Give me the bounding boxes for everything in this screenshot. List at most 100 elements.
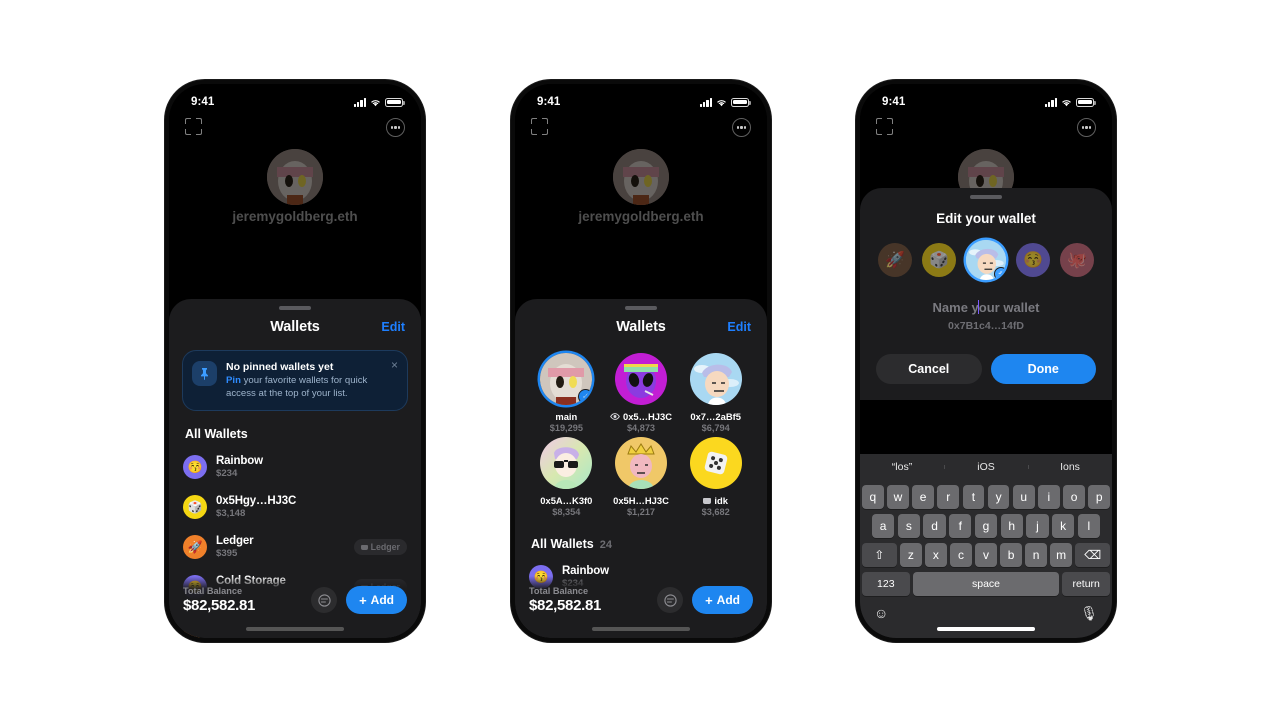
name-placeholder-part1: Name y: [932, 300, 979, 315]
key-e[interactable]: e: [912, 485, 934, 509]
numbers-key[interactable]: 123: [862, 572, 910, 596]
key-u[interactable]: u: [1012, 485, 1035, 509]
wallet-avatar: 🎲: [183, 495, 207, 520]
nft-avatar[interactable]: +: [966, 240, 1006, 280]
wallet-row[interactable]: 🚀 Ledger $395 Ledger: [183, 527, 407, 567]
profile-avatar[interactable]: [267, 149, 323, 205]
more-horizontal-icon[interactable]: [386, 118, 405, 137]
pinned-wallet-item[interactable]: 0x7…2aBf5 $6,794: [678, 353, 753, 433]
pin-link[interactable]: Pin: [226, 375, 241, 386]
key-x[interactable]: x: [925, 543, 947, 567]
all-wallets-section-header: All Wallets: [169, 411, 421, 447]
phone2-notch: [595, 84, 687, 104]
profile-avatar[interactable]: [613, 149, 669, 205]
key-c[interactable]: c: [950, 543, 972, 567]
backspace-key[interactable]: ⌫: [1075, 543, 1110, 567]
emoji-avatar[interactable]: 😚: [1016, 243, 1050, 277]
key-v[interactable]: v: [975, 543, 997, 567]
rocket-avatar[interactable]: 🚀: [878, 243, 912, 277]
wallet-row[interactable]: 🎲 0x5Hgy…HJ3C $3,148: [183, 487, 407, 527]
profile-username[interactable]: jeremygoldberg.eth: [169, 209, 421, 224]
page-title: Wallets: [270, 319, 320, 335]
close-icon[interactable]: ×: [391, 359, 398, 371]
cancel-button[interactable]: Cancel: [876, 354, 982, 384]
pinned-wallet-item[interactable]: 0x5A…K3f0 $8,354: [529, 437, 604, 517]
key-o[interactable]: o: [1063, 485, 1085, 509]
more-horizontal-icon[interactable]: [732, 118, 751, 137]
microphone-key[interactable]: 🎙: [1080, 605, 1098, 622]
key-t[interactable]: t: [962, 485, 985, 509]
wallet-name-input[interactable]: Name your wallet: [860, 300, 1112, 315]
banner-title: No pinned wallets yet: [226, 361, 334, 373]
sort-filter-button[interactable]: [311, 587, 338, 613]
key-l[interactable]: l: [1077, 514, 1100, 538]
wallet-row[interactable]: 😚 Rainbow$234: [183, 447, 407, 487]
pinned-wallet-item[interactable]: idk $3,682: [678, 437, 753, 517]
ledger-badge: Ledger: [353, 539, 407, 556]
key-b[interactable]: b: [1000, 543, 1022, 567]
key-k[interactable]: k: [1052, 514, 1075, 538]
pinned-wallet-name-text: 0x7…2aBf5: [690, 411, 741, 422]
suggestion-item[interactable]: iOS: [944, 461, 1028, 473]
profile-username[interactable]: jeremygoldberg.eth: [515, 209, 767, 224]
add-photo-badge-icon[interactable]: +: [994, 267, 1006, 280]
scan-frame-icon[interactable]: [185, 118, 202, 135]
key-h[interactable]: h: [1000, 514, 1023, 538]
keyboard-row-3: ⇧ zxcvbnm ⌫: [860, 543, 1112, 567]
key-m[interactable]: m: [1050, 543, 1072, 567]
total-balance-label: Total Balance: [183, 586, 243, 596]
total-balance-value: $82,582.81: [529, 597, 602, 614]
pinned-wallet-item[interactable]: 0x5…HJ3C $4,873: [604, 353, 679, 433]
edit-button[interactable]: Edit: [727, 320, 751, 334]
pinned-wallet-avatar[interactable]: [689, 353, 742, 405]
key-a[interactable]: a: [872, 514, 895, 538]
add-wallet-button[interactable]: + Add: [346, 586, 407, 614]
scan-frame-icon[interactable]: [531, 118, 548, 135]
pinned-wallet-avatar[interactable]: [689, 437, 742, 489]
add-button-label: Add: [370, 593, 394, 607]
octopus-avatar[interactable]: 🐙: [1060, 243, 1094, 277]
key-n[interactable]: n: [1025, 543, 1047, 567]
key-g[interactable]: g: [974, 514, 998, 538]
space-key[interactable]: space: [913, 572, 1059, 596]
edit-button[interactable]: Edit: [381, 320, 405, 334]
avatar-picker: 🚀 🎲 + 😚 🐙: [860, 240, 1112, 280]
pinned-wallet-avatar[interactable]: [614, 353, 667, 405]
key-z[interactable]: z: [900, 543, 922, 567]
shift-key[interactable]: ⇧: [862, 543, 897, 567]
key-r[interactable]: r: [937, 485, 960, 509]
suggestion-bar: “los” iOS Ions: [860, 454, 1112, 480]
pinned-wallet-avatar[interactable]: ✓: [540, 353, 593, 405]
ledger-badge-label: Ledger: [370, 542, 400, 553]
pinned-wallet-avatar[interactable]: [614, 437, 667, 489]
suggestion-item[interactable]: “los”: [860, 461, 944, 473]
key-i[interactable]: i: [1038, 485, 1060, 509]
key-f[interactable]: f: [949, 514, 972, 538]
key-q[interactable]: q: [861, 485, 884, 509]
dice-avatar[interactable]: 🎲: [922, 243, 956, 277]
key-p[interactable]: p: [1088, 485, 1111, 509]
key-y[interactable]: y: [987, 485, 1010, 509]
key-d[interactable]: d: [923, 514, 946, 538]
pinned-wallets-grid: ✓ main $19,295 0x5…HJ3C $4,873 0x7…2aBf5 $6,79…: [515, 344, 767, 521]
keyboard-letters-row3: zxcvbnm: [900, 543, 1072, 567]
key-w[interactable]: w: [887, 485, 909, 509]
wallet-avatar: 🚀: [183, 535, 207, 560]
sheet-grabber[interactable]: [970, 195, 1002, 199]
return-key[interactable]: return: [1062, 572, 1110, 596]
scan-frame-icon[interactable]: [876, 118, 893, 135]
pinned-wallet-item[interactable]: ✓ main $19,295: [529, 353, 604, 433]
emoji-key[interactable]: ☺: [874, 605, 888, 622]
eye-icon: [610, 411, 620, 422]
pinned-wallet-avatar[interactable]: [540, 437, 593, 489]
key-j[interactable]: j: [1026, 514, 1049, 538]
sort-filter-button[interactable]: [657, 587, 684, 613]
done-button[interactable]: Done: [990, 354, 1096, 384]
suggestion-item[interactable]: Ions: [1028, 461, 1112, 473]
wifi-icon: [370, 98, 381, 107]
add-wallet-button[interactable]: + Add: [692, 586, 753, 614]
key-s[interactable]: s: [897, 514, 920, 538]
keyboard-row-4: 123 space return: [860, 572, 1112, 596]
pinned-wallet-item[interactable]: 0x5H…HJ3C $1,217: [604, 437, 679, 517]
more-horizontal-icon[interactable]: [1077, 118, 1096, 137]
